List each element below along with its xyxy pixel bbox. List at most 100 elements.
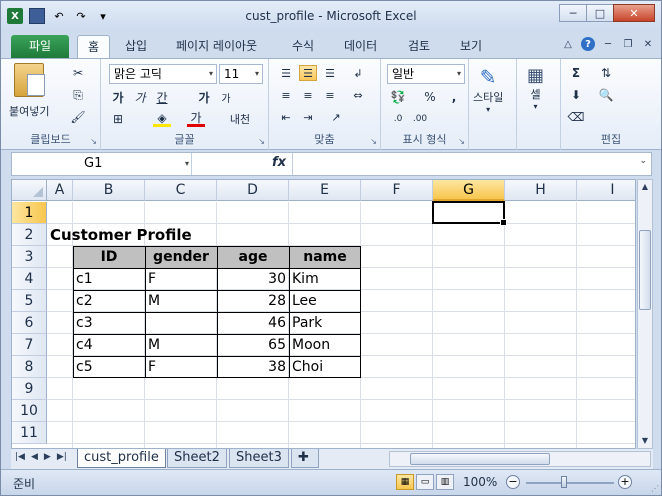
tab-file[interactable]: 파일 — [11, 35, 69, 58]
table-cell[interactable]: c5 — [73, 356, 145, 378]
borders-icon[interactable]: ⊞ — [109, 111, 127, 127]
worksheet-grid[interactable]: A B C D E F G H I 1 2 3 4 5 6 7 8 9 10 11 Customer Profile ID… — [11, 179, 636, 449]
minimize-ribbon-icon[interactable]: △ — [561, 37, 575, 51]
align-middle-icon[interactable]: ☰ — [299, 65, 317, 81]
accounting-format-icon[interactable]: 💱 — [389, 89, 407, 105]
clipboard-launcher-icon[interactable]: ↘ — [90, 137, 97, 146]
row-header-11[interactable]: 11 — [12, 422, 47, 444]
page-layout-view-icon[interactable]: ▭ — [416, 474, 434, 490]
expand-formula-bar-icon[interactable]: ⌄ — [639, 156, 647, 166]
styles-button[interactable]: ✎ 스타일 ▾ — [473, 65, 503, 114]
selected-cell-g1[interactable] — [432, 201, 507, 226]
number-launcher-icon[interactable]: ↘ — [458, 137, 465, 146]
tab-review[interactable]: 검토 — [398, 35, 440, 58]
copy-icon[interactable]: ⎘ — [69, 87, 87, 103]
table-cell[interactable]: Kim — [289, 268, 361, 290]
row-header-1[interactable]: 1 — [12, 202, 47, 224]
sheet-tab-cust-profile[interactable]: cust_profile — [77, 449, 166, 468]
italic-icon[interactable]: 가 — [131, 89, 149, 105]
minimize-button[interactable]: ─ — [559, 4, 587, 22]
table-cell[interactable]: Lee — [289, 290, 361, 312]
workbook-restore-icon[interactable]: ❐ — [621, 37, 635, 51]
find-select-icon[interactable]: 🔍 — [597, 87, 615, 103]
decrease-decimal-icon[interactable]: .00 — [411, 111, 429, 127]
bold-icon[interactable]: 가 — [109, 89, 127, 105]
zoom-out-icon[interactable]: − — [506, 475, 520, 489]
shrink-font-icon[interactable]: 가 — [217, 89, 235, 105]
tab-home[interactable]: 홈 — [77, 35, 111, 58]
table-cell[interactable]: c4 — [73, 334, 145, 356]
column-header-a[interactable]: A — [47, 180, 73, 201]
table-cell[interactable]: F — [145, 268, 217, 290]
row-header-5[interactable]: 5 — [12, 290, 47, 312]
row-header-7[interactable]: 7 — [12, 334, 47, 356]
align-left-icon[interactable]: ≡ — [277, 87, 295, 103]
alignment-launcher-icon[interactable]: ↘ — [370, 137, 377, 146]
insert-function-icon[interactable]: fx — [272, 155, 286, 170]
column-header-f[interactable]: F — [361, 180, 433, 201]
formula-input[interactable] — [296, 153, 636, 175]
table-cell[interactable]: M — [145, 290, 217, 312]
tab-view[interactable]: 보기 — [450, 35, 492, 58]
table-cell[interactable]: 28 — [217, 290, 289, 312]
table-cell[interactable]: 46 — [217, 312, 289, 334]
zoom-level[interactable]: 100% — [463, 475, 497, 489]
column-header-e[interactable]: E — [289, 180, 361, 201]
merge-center-icon[interactable]: ⇔ — [349, 87, 367, 103]
horizontal-scrollbar[interactable] — [389, 451, 651, 467]
paste-button[interactable]: 붙여넣기 — [9, 63, 49, 119]
row-header-10[interactable]: 10 — [12, 400, 47, 422]
close-button[interactable]: ✕ — [613, 4, 655, 22]
column-header-i[interactable]: I — [577, 180, 635, 201]
column-header-d[interactable]: D — [217, 180, 289, 201]
maximize-button[interactable]: □ — [586, 4, 614, 22]
align-right-icon[interactable]: ≡ — [321, 87, 339, 103]
table-cell[interactable]: c3 — [73, 312, 145, 334]
number-format-select[interactable]: 일반 ▾ — [387, 64, 465, 84]
align-top-icon[interactable]: ☰ — [277, 65, 295, 81]
increase-decimal-icon[interactable]: .0 — [389, 111, 407, 127]
row-header-4[interactable]: 4 — [12, 268, 47, 290]
font-name-select[interactable]: 맑은 고딕 ▾ — [109, 64, 217, 84]
table-cell[interactable]: 30 — [217, 268, 289, 290]
align-center-icon[interactable]: ≡ — [299, 87, 317, 103]
underline-icon[interactable]: 간 — [153, 89, 171, 105]
sort-filter-icon[interactable]: ⇅ — [597, 65, 615, 81]
table-header-cell[interactable]: gender — [145, 246, 217, 268]
table-cell[interactable]: c1 — [73, 268, 145, 290]
fill-icon[interactable]: ⬇ — [567, 87, 585, 103]
table-header-cell[interactable]: age — [217, 246, 289, 268]
zoom-slider-thumb[interactable] — [561, 476, 567, 488]
select-all-button[interactable] — [12, 180, 47, 201]
insert-sheet-icon[interactable]: ✚ — [291, 449, 319, 468]
table-cell[interactable]: c2 — [73, 290, 145, 312]
scroll-up-icon[interactable]: ▲ — [638, 180, 652, 194]
comma-style-icon[interactable]: , — [445, 89, 463, 105]
row-header-3[interactable]: 3 — [12, 246, 47, 268]
horizontal-scroll-thumb[interactable] — [410, 453, 550, 465]
name-box[interactable]: G1 ▾ — [12, 153, 192, 175]
row-header-9[interactable]: 9 — [12, 378, 47, 400]
row-header-2[interactable]: 2 — [12, 224, 47, 246]
scroll-down-icon[interactable]: ▼ — [638, 434, 652, 448]
vertical-scrollbar[interactable]: ▲ ▼ — [637, 179, 653, 449]
autosum-icon[interactable]: Σ — [567, 65, 585, 81]
last-sheet-icon[interactable]: ▶| — [57, 452, 67, 462]
resize-grip-icon[interactable]: ⋰ — [651, 484, 659, 493]
column-header-b[interactable]: B — [73, 180, 145, 201]
table-cell[interactable]: F — [145, 356, 217, 378]
increase-indent-icon[interactable]: ⇥ — [299, 109, 317, 125]
table-header-cell[interactable]: ID — [73, 246, 145, 268]
table-cell[interactable]: 38 — [217, 356, 289, 378]
column-header-h[interactable]: H — [505, 180, 577, 201]
workbook-close-icon[interactable]: ✕ — [641, 37, 655, 51]
help-icon[interactable]: ? — [581, 37, 595, 51]
phonetic-guide-icon[interactable]: 내천 — [225, 111, 255, 127]
table-cell[interactable]: M — [145, 334, 217, 356]
sheet-tab-sheet3[interactable]: Sheet3 — [229, 449, 289, 468]
table-cell[interactable]: 65 — [217, 334, 289, 356]
tab-data[interactable]: 데이터 — [334, 35, 387, 58]
percent-style-icon[interactable]: % — [421, 89, 439, 105]
sheet-tab-sheet2[interactable]: Sheet2 — [167, 449, 227, 468]
cells-button[interactable]: ▦ 셀 ▾ — [527, 65, 544, 111]
